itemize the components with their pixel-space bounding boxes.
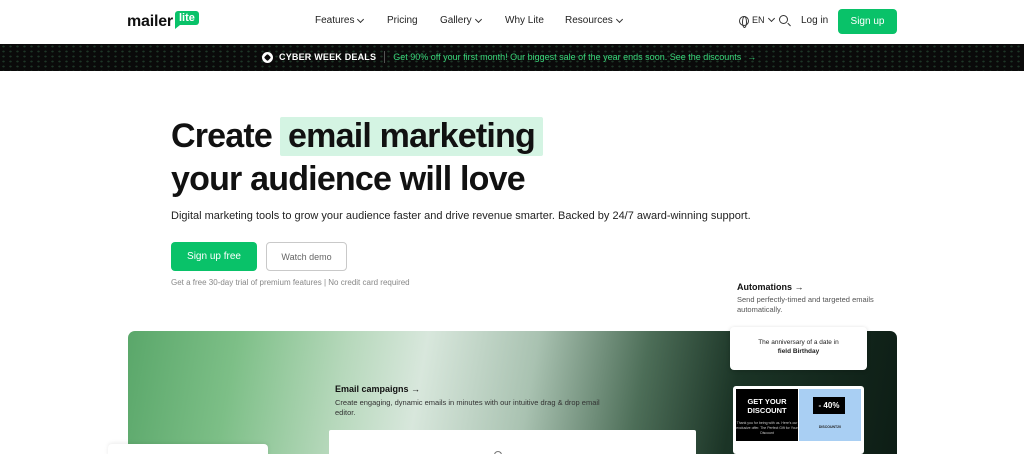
promo-divider bbox=[384, 51, 386, 63]
hero-title-highlight: email marketing bbox=[280, 117, 543, 156]
signup-free-button[interactable]: Sign up free bbox=[171, 242, 257, 271]
nav-item-label: Pricing bbox=[387, 15, 418, 26]
login-link[interactable]: Log in bbox=[801, 15, 828, 26]
hero-subtitle: Digital marketing tools to grow your aud… bbox=[171, 210, 751, 222]
top-navigation: mailer lite Features Pricing Gallery Why… bbox=[0, 0, 1024, 44]
arrow-right-icon: → bbox=[747, 52, 757, 62]
promo-deal-title: CYBER WEEK DEALS bbox=[279, 52, 377, 62]
automations-description: Send perfectly-timed and targeted emails… bbox=[737, 295, 874, 314]
discount-badge: - 40% bbox=[813, 397, 845, 414]
search-icon[interactable] bbox=[779, 15, 788, 24]
email-campaigns-description: Create engaging, dynamic emails in minut… bbox=[335, 398, 600, 417]
promo-email-headline-2: DISCOUNT bbox=[747, 406, 787, 415]
promo-banner[interactable]: CYBER WEEK DEALS Get 90% off your first … bbox=[0, 44, 1024, 71]
chevron-down-icon bbox=[474, 15, 482, 23]
trial-note: Get a free 30-day trial of premium featu… bbox=[171, 278, 410, 287]
nav-item-label: Resources bbox=[565, 15, 613, 26]
signup-button[interactable]: Sign up bbox=[838, 9, 897, 34]
promo-email-headline: GET YOUR DISCOUNT bbox=[736, 397, 798, 415]
nav-item-label: Gallery bbox=[440, 15, 472, 26]
watch-demo-button[interactable]: Watch demo bbox=[266, 242, 347, 271]
nav-item-resources[interactable]: Resources bbox=[565, 15, 623, 26]
nav-item-gallery[interactable]: Gallery bbox=[440, 15, 482, 26]
nav-item-pricing[interactable]: Pricing bbox=[387, 15, 418, 26]
tag-icon bbox=[262, 51, 273, 63]
discount-code: DISCOUNT20 bbox=[818, 425, 842, 429]
globe-icon[interactable] bbox=[739, 16, 749, 28]
promo-email-headline-1: GET YOUR bbox=[747, 397, 787, 406]
email-campaigns-link[interactable]: Email campaigns → bbox=[335, 384, 420, 394]
logo-badge: lite bbox=[174, 11, 199, 29]
floating-card bbox=[108, 444, 268, 454]
promo-email-blue-block: - 40% DISCOUNT20 bbox=[799, 389, 861, 441]
email-editor-preview bbox=[329, 430, 696, 454]
automations-link[interactable]: Automations → bbox=[737, 282, 804, 292]
chevron-down-icon bbox=[767, 14, 775, 23]
trigger-field: field Birthday bbox=[777, 347, 820, 355]
nav-item-label: Features bbox=[315, 15, 355, 26]
promo-content: CYBER WEEK DEALS Get 90% off your first … bbox=[262, 51, 756, 63]
nav-item-label: Why Lite bbox=[505, 15, 544, 26]
language-selector[interactable]: EN bbox=[752, 14, 775, 25]
promo-email-preview: GET YOUR DISCOUNT Thank you for being wi… bbox=[733, 386, 864, 454]
chevron-down-icon bbox=[357, 15, 365, 23]
nav-item-why-lite[interactable]: Why Lite bbox=[505, 15, 544, 26]
language-label: EN bbox=[752, 15, 765, 25]
logo-text: mailer bbox=[127, 13, 173, 30]
promo-text[interactable]: Get 90% off your first month! Our bigges… bbox=[393, 52, 741, 62]
hero-title-line-1: Create email marketing bbox=[171, 117, 543, 156]
hero-title-line-2: your audience will love bbox=[171, 160, 526, 198]
automation-trigger-card: The anniversary of a date in field Birth… bbox=[730, 327, 867, 370]
promo-email-black-block: GET YOUR DISCOUNT Thank you for being wi… bbox=[736, 389, 798, 441]
promo-email-fine-print: Thank you for being with us. Here's our … bbox=[736, 421, 798, 435]
nav-item-features[interactable]: Features bbox=[315, 15, 365, 26]
trigger-text: The anniversary of a date in bbox=[758, 339, 839, 346]
hero-title-prefix: Create bbox=[171, 117, 273, 155]
mailerlite-logo[interactable]: mailer lite bbox=[127, 11, 199, 32]
chevron-down-icon bbox=[615, 15, 623, 23]
